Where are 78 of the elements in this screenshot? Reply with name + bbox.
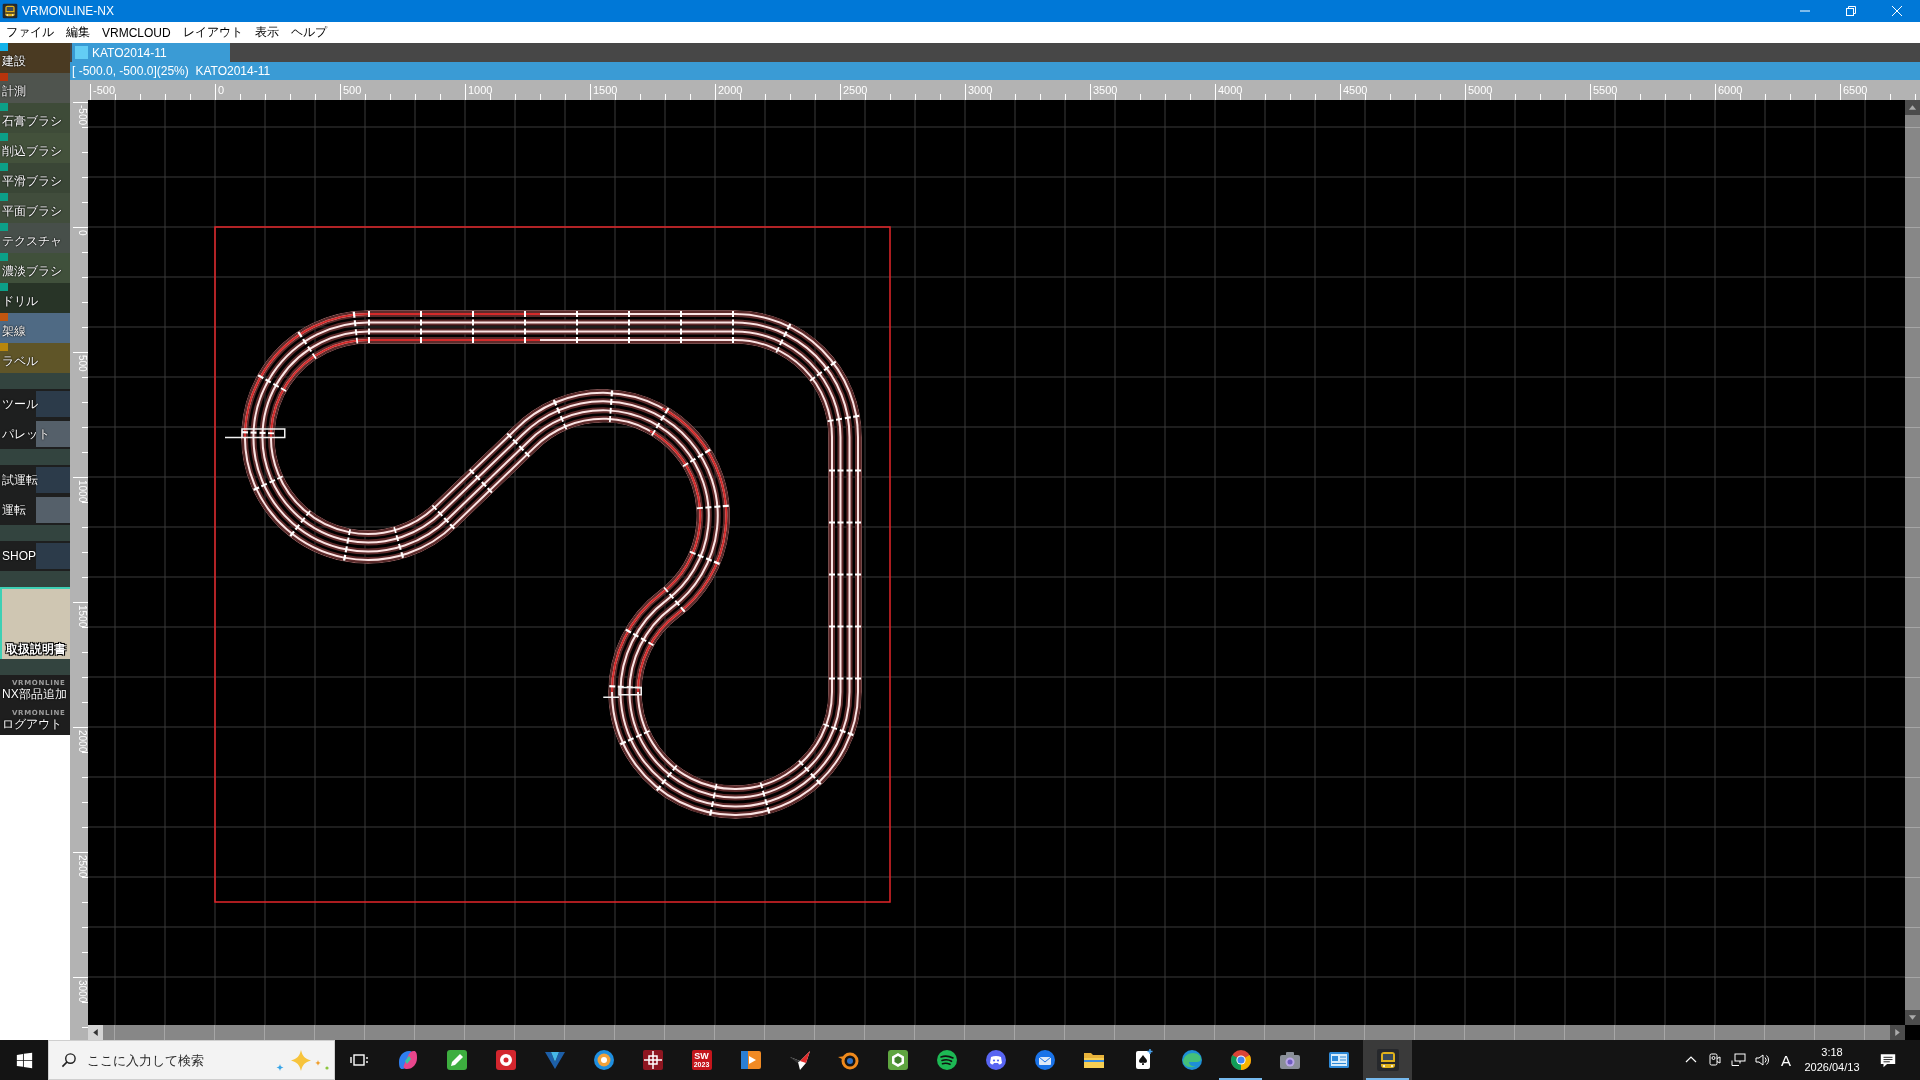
sidebar-item[interactable]: ドリル: [0, 283, 70, 313]
sidebar-item[interactable]: テクスチャ: [0, 223, 70, 253]
train-icon: [2, 3, 18, 19]
window-title: VRMONLINE-NX: [22, 4, 114, 18]
scroll-right-button[interactable]: [1890, 1025, 1905, 1040]
ring-icon: [1228, 1048, 1253, 1072]
search-field[interactable]: ここに入力して検索: [48, 1040, 335, 1080]
thumbnail-photo: [0, 313, 70, 343]
sidebar-item[interactable]: 建設: [0, 43, 70, 73]
crosshair-icon: [640, 1048, 665, 1072]
tile-icon: [689, 1048, 714, 1072]
thumbnail-photo: [0, 73, 70, 103]
search-icon: [61, 1052, 77, 1068]
track-end-marker: [602, 686, 642, 698]
scroll-up-button[interactable]: [1905, 100, 1920, 115]
down-arrow-icon: [1908, 1013, 1917, 1022]
network-icon: [1730, 1052, 1746, 1068]
aperture-icon: [591, 1048, 616, 1072]
sidebar-item[interactable]: 運転: [0, 495, 70, 525]
close-icon: [1892, 6, 1902, 16]
sidebar-item[interactable]: 濃淡ブラシ: [0, 253, 70, 283]
menu-item[interactable]: 表示: [248, 22, 285, 43]
thumbnail-photo: [0, 253, 70, 283]
thumbnail-photo: [0, 103, 70, 133]
thumbnail-photo: [36, 467, 70, 493]
menu-item[interactable]: ヘルプ: [284, 22, 333, 43]
controller-icon: [983, 1048, 1008, 1072]
play-icon: [738, 1048, 763, 1072]
input-mode-button[interactable]: A: [1774, 1040, 1798, 1080]
scrollbar-corner: [1905, 1025, 1920, 1040]
wave-icon: [1179, 1048, 1204, 1072]
restore-icon: [1846, 6, 1856, 16]
sidebar-item[interactable]: 平滑ブラシ: [0, 163, 70, 193]
document-icon: [75, 46, 88, 59]
scroll-down-button[interactable]: [1905, 1010, 1920, 1025]
sidebar-item[interactable]: ツール: [0, 389, 70, 419]
left-arrow-icon: [91, 1028, 100, 1037]
taskbar-app-button[interactable]: [1363, 1040, 1412, 1080]
thumbnail-photo: [36, 421, 70, 447]
pencil-icon: [444, 1048, 469, 1072]
thumbnail-photo: [0, 343, 70, 373]
menu-item[interactable]: レイアウト: [176, 22, 249, 43]
thumbnail-photo: [36, 543, 70, 569]
speaker-icon: [1754, 1052, 1770, 1068]
clock-button[interactable]: 3:18 2026/04/13: [1798, 1040, 1866, 1080]
sidebar-item[interactable]: 架線: [0, 313, 70, 343]
up-arrow-icon: [1908, 103, 1917, 112]
scroll-left-button[interactable]: [88, 1025, 103, 1040]
illustration-placeholder: [2, 589, 70, 659]
thumbnail-photo: [36, 497, 70, 523]
status-text: [ -500.0, -500.0](25%) KATO2014-11: [72, 64, 271, 78]
sidebar-item[interactable]: 平面ブラシ: [0, 193, 70, 223]
thumbnail-photo: [0, 283, 70, 313]
right-arrow-icon: [1893, 1028, 1902, 1037]
webcam-icon: [1706, 1052, 1722, 1068]
thumbnail-photo: [0, 163, 70, 193]
sidebar-item[interactable]: 試運転: [0, 465, 70, 495]
thumbnail-photo: [0, 223, 70, 253]
sidebar-item[interactable]: SHOP: [0, 541, 70, 571]
sound-waves-icon: [934, 1048, 959, 1072]
thumbnail-photo: [0, 133, 70, 163]
menu-item[interactable]: VRMCLOUD: [96, 22, 177, 43]
notification-icon: [1879, 1052, 1897, 1068]
sidebar-item[interactable]: 削込ブラシ: [0, 133, 70, 163]
thumbnail-photo: [0, 43, 70, 73]
sidebar-item[interactable]: ラベル: [0, 343, 70, 373]
record-icon: [493, 1048, 518, 1072]
sidebar-item[interactable]: 計測: [0, 73, 70, 103]
thumbnail-photo: [36, 391, 70, 417]
train-icon: [1375, 1048, 1400, 1072]
thumbnail-photo: [0, 193, 70, 223]
menu-item[interactable]: ファイル: [0, 22, 60, 43]
track-end-marker: [224, 428, 286, 439]
sidebar-item[interactable]: 石膏ブラシ: [0, 103, 70, 133]
menu-item[interactable]: 編集: [60, 22, 96, 43]
envelope-icon: [1032, 1048, 1057, 1072]
windows-logo-icon: [15, 1051, 33, 1069]
sidebar-item[interactable]: パレット: [0, 419, 70, 449]
